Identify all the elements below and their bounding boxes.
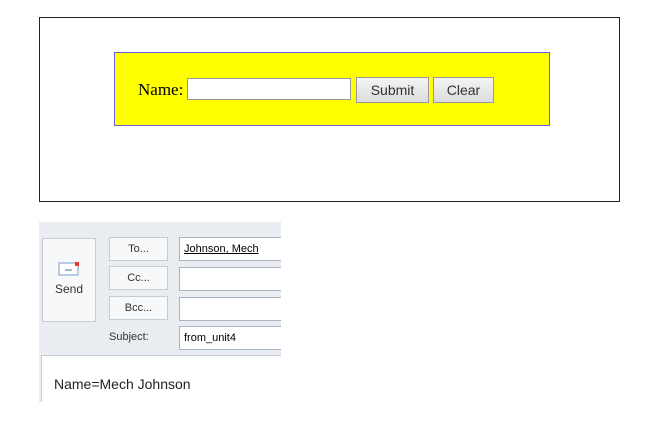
send-button[interactable]: Send: [42, 238, 96, 322]
body-text: Name=Mech Johnson: [54, 376, 191, 392]
message-body[interactable]: Name=Mech Johnson: [41, 355, 281, 402]
name-input[interactable]: [187, 78, 351, 100]
cc-field[interactable]: [179, 267, 281, 291]
bcc-field[interactable]: [179, 297, 281, 321]
send-label: Send: [54, 282, 84, 296]
subject-field[interactable]: from_unit4: [179, 326, 281, 350]
bcc-button[interactable]: Bcc...: [109, 296, 168, 320]
clear-button[interactable]: Clear: [433, 77, 494, 103]
cc-button[interactable]: Cc...: [109, 266, 168, 290]
subject-label: Subject:: [109, 331, 149, 343]
browser-frame: Name: Submit Clear: [39, 17, 620, 202]
name-label: Name:: [138, 80, 184, 99]
envelope-icon: [58, 262, 79, 276]
email-compose: Send To... Cc... Bcc... Subject: Johnson…: [39, 222, 281, 402]
name-form: Name: Submit Clear: [114, 52, 550, 126]
to-field[interactable]: Johnson, Mech: [179, 237, 281, 261]
submit-button[interactable]: Submit: [356, 77, 429, 103]
to-button[interactable]: To...: [109, 237, 168, 261]
